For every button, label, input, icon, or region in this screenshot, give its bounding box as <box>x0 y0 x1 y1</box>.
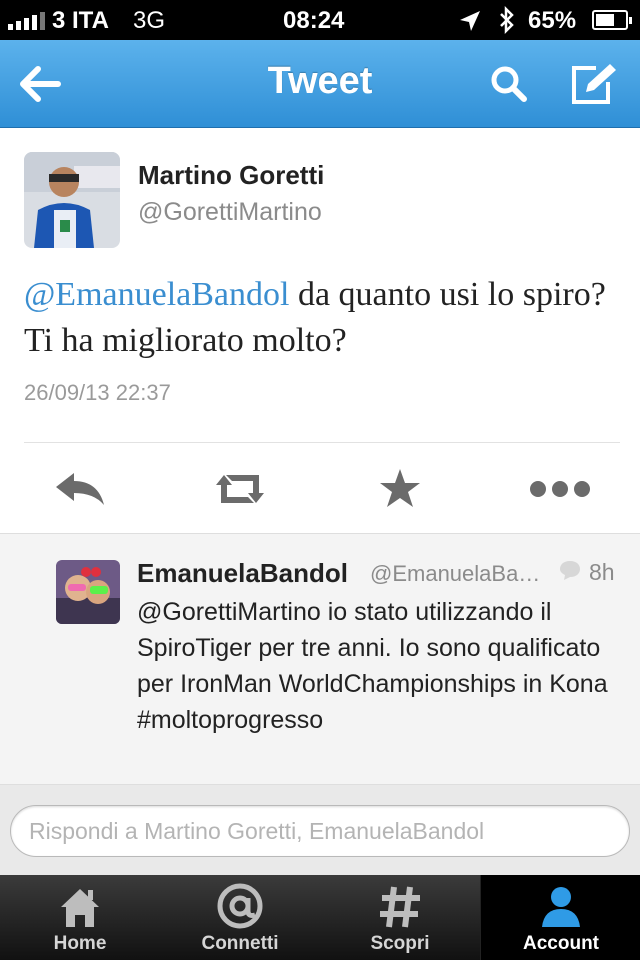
tab-connect-label: Connetti <box>201 933 279 954</box>
navigation-bar: Tweet <box>0 40 640 128</box>
reply-input[interactable] <box>10 805 630 857</box>
back-arrow-icon <box>20 66 61 102</box>
reply-item[interactable]: EmanuelaBandol @EmanuelaBa… 8h @GorettiM… <box>0 533 640 785</box>
reply-author-avatar[interactable] <box>56 560 120 624</box>
home-icon <box>61 889 99 927</box>
search-button[interactable] <box>482 58 538 110</box>
tweet-text: @EmanuelaBandol da quanto usi lo spiro? … <box>24 272 616 364</box>
author-name[interactable]: Martino Goretti <box>138 160 324 191</box>
tab-discover[interactable]: Scopri <box>320 875 480 960</box>
retweet-icon <box>216 475 264 503</box>
clock: 08:24 <box>283 7 345 34</box>
compose-button[interactable] <box>566 58 622 110</box>
reply-button[interactable] <box>50 465 110 513</box>
reply-author-name[interactable]: EmanuelaBandol <box>137 558 348 589</box>
more-icon <box>530 481 590 497</box>
reply-text: @GorettiMartino io stato utilizzando il … <box>137 598 608 734</box>
search-icon <box>491 66 527 102</box>
battery-percent: 65% <box>528 7 577 34</box>
tab-home[interactable]: Home <box>0 875 160 960</box>
at-sign-icon <box>217 883 263 929</box>
tab-account[interactable]: Account <box>480 875 640 960</box>
more-button[interactable] <box>528 465 590 513</box>
back-button[interactable] <box>12 58 68 110</box>
retweet-button[interactable] <box>210 465 270 513</box>
person-icon <box>542 887 580 927</box>
tweet-timestamp: 26/09/13 22:37 <box>24 380 171 405</box>
reply-author-handle[interactable]: @EmanuelaBa… <box>370 561 540 587</box>
tweet-actions <box>0 443 640 533</box>
network-type: 3G <box>133 7 166 34</box>
author-handle[interactable]: @GorettiMartino <box>138 198 322 227</box>
tab-account-label: Account <box>523 933 599 954</box>
reply-icon <box>56 473 104 505</box>
compose-icon <box>572 64 616 104</box>
tab-discover-label: Scopri <box>370 933 430 954</box>
favorite-button[interactable] <box>370 465 430 513</box>
mention-link[interactable]: @EmanuelaBandol <box>24 276 289 313</box>
conversation-bubble-icon <box>560 561 580 580</box>
signal-strength-icon <box>8 12 45 30</box>
favorite-star-icon <box>380 469 420 507</box>
status-bar: 3 ITA 3G 08:24 65% <box>0 0 640 40</box>
author-avatar[interactable] <box>24 152 120 248</box>
hashtag-icon <box>380 886 420 928</box>
bluetooth-icon <box>500 6 514 34</box>
battery-icon <box>592 10 632 30</box>
tab-home-label: Home <box>53 933 107 954</box>
page-title: Tweet <box>267 60 373 102</box>
reply-age: 8h <box>589 559 615 585</box>
tab-bar: Home Connetti Scopri Account <box>0 875 640 960</box>
location-arrow-icon <box>460 11 480 31</box>
tab-connect[interactable]: Connetti <box>160 875 320 960</box>
reply-compose-bar <box>0 785 640 875</box>
carrier-name: 3 ITA <box>52 7 109 34</box>
